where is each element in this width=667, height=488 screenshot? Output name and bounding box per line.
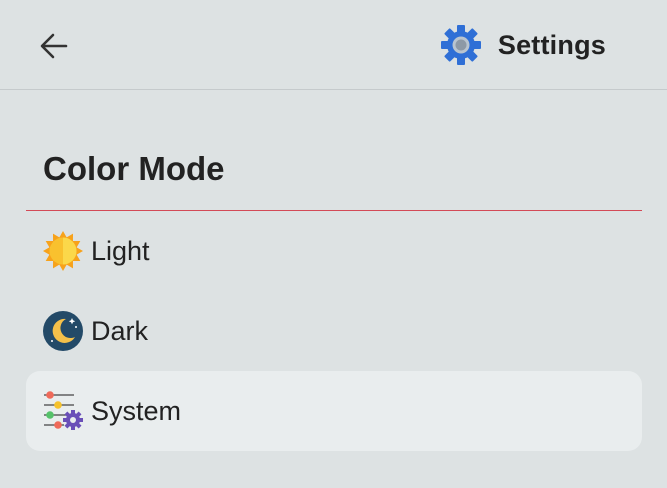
page-title: Settings <box>497 29 606 60</box>
arrow-left-icon <box>40 33 68 59</box>
option-dark[interactable]: Dark <box>26 291 642 371</box>
moon-icon <box>42 310 84 352</box>
sun-icon <box>42 230 84 272</box>
header-title-group: Settings <box>440 22 606 68</box>
option-label: Light <box>91 235 150 266</box>
section-title: Color Mode <box>43 150 225 187</box>
option-label: Dark <box>91 315 149 346</box>
option-light[interactable]: Light <box>26 211 642 291</box>
option-system[interactable]: System <box>26 371 642 451</box>
gear-icon <box>440 25 481 65</box>
app-header: Settings <box>0 0 667 90</box>
system-settings-icon <box>42 390 84 432</box>
back-button[interactable] <box>32 24 76 68</box>
option-label: System <box>91 395 182 426</box>
